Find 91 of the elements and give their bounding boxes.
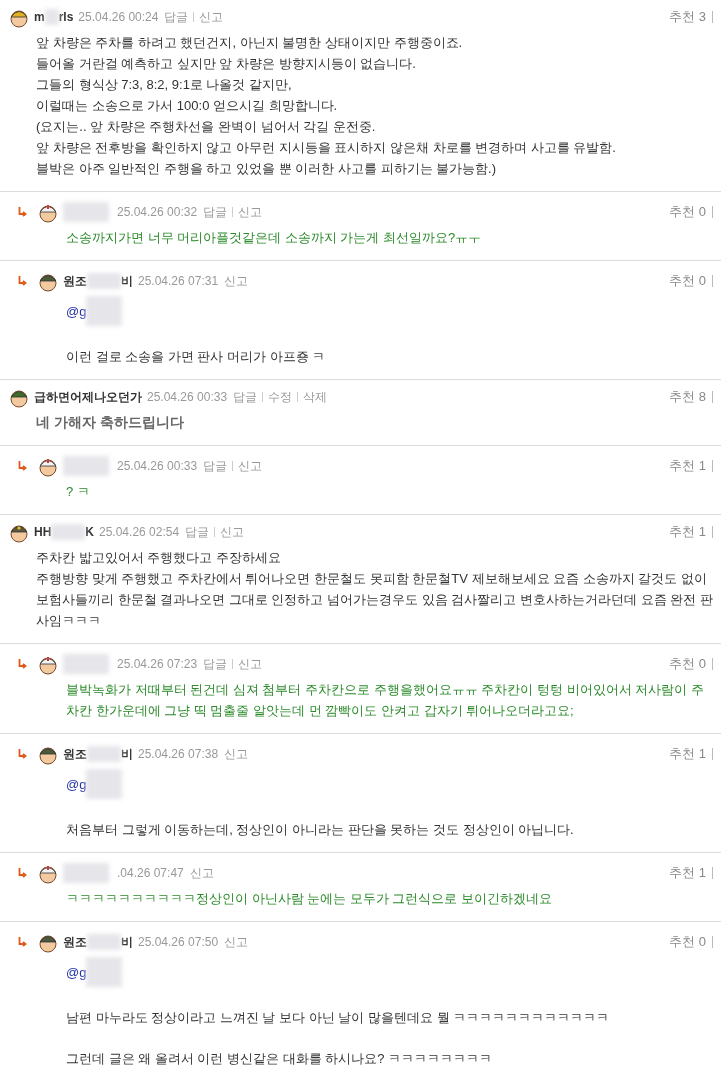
reply-arrow-icon: [18, 207, 27, 217]
reply-arrow-icon: [18, 659, 27, 669]
recommend-count: 8: [698, 388, 706, 407]
reply-arrow-icon: [18, 937, 27, 947]
comment-text: 그런데 글은 왜 올려서 이런 병신같은 대화를 하시나요? ㅋㅋㅋㅋㅋㅋㅋㅋ: [66, 1050, 494, 1068]
comment-text: 앞 차량은 주차를 하려고 했던건지, 아닌지 불명한 상태이지만 주행중이죠.: [36, 34, 464, 52]
comment-text: 처음부터 그렇게 이동하는데, 정상인이 아니라는 판단을 못하는 것도 정상인이 아닙니다.: [66, 821, 575, 839]
recommend-count: 1: [698, 864, 706, 883]
comment-text: 앞 차량은 전후방을 확인하지 않고 아무런 지시등을 표시하지 않은채 차로를 변경하며 사고를 유발함.: [36, 139, 617, 157]
recommend-count: 3: [698, 8, 706, 27]
comment-text: 블박녹화가 저때부터 된건데 심져 첨부터 주차칸으로 주행을했어요ㅠㅠ 주차칸이 텅텅 비어있어서 저사람이 주차칸 한가운데에 그냥 띡 멈출줄 알앗는데 먼 깜빡이도 안켜고 갑자기 튀어나오더라고요;: [66, 681, 705, 720]
comment-action-link[interactable]: 신고: [238, 655, 263, 673]
reply-arrow-icon: [18, 461, 27, 471]
recommend-label[interactable]: 추천: [668, 387, 695, 407]
redacted-mark: [51, 524, 86, 540]
author-name-end[interactable]: K: [85, 523, 94, 541]
comment-action-link[interactable]: 답글: [203, 203, 228, 221]
comment-date: 25.04.26 00:33: [147, 389, 228, 406]
recommend-label[interactable]: 추천: [668, 7, 695, 27]
comment-action-link[interactable]: 신고: [238, 457, 263, 475]
comment-text: ? ㅋ: [66, 483, 91, 501]
recommend-label[interactable]: 추천: [668, 654, 695, 674]
author-name-end[interactable]: rls: [58, 8, 74, 26]
comment-action-link[interactable]: 신고: [199, 8, 224, 26]
comment-date: 25.04.26 07:31: [138, 273, 219, 290]
author-name[interactable]: 원조: [63, 933, 87, 951]
comment-text: 들어올 거란걸 예측하고 싶지만 앞 차량은 방향지시등이 없습니다.: [36, 55, 417, 73]
recommend-count: 0: [698, 203, 706, 222]
recommend-count: 1: [698, 523, 706, 542]
recommend-count: 1: [698, 745, 706, 764]
author-name[interactable]: HH: [34, 523, 52, 541]
redacted-mark: [86, 769, 123, 799]
comment-action-link[interactable]: 수정: [268, 388, 293, 406]
comment-action-link[interactable]: 신고: [220, 523, 245, 541]
redacted-mark: [44, 9, 59, 25]
comment-date: 25.04.26 02:54: [99, 524, 180, 541]
recommend-count: 0: [698, 272, 706, 291]
comment-text: 네 가해자 축하드립니다: [36, 413, 185, 432]
recommend-label[interactable]: 추천: [668, 744, 695, 764]
comment-date: 25.04.26 07:50: [138, 934, 219, 951]
recommend-label[interactable]: 추천: [668, 522, 695, 542]
comment-text: 소송까지가면 너무 머리아플것같은데 소송까지 가는게 최선일까요?ㅠㅜ: [66, 229, 483, 247]
comment-action-link[interactable]: 신고: [224, 745, 249, 763]
comment-text: 남편 마누라도 정상이라고 느껴진 날 보다 아닌 날이 많을텐데요 뭘 ㅋㅋㅋㅋㅋㅋㅋㅋㅋㅋㅋㅋ: [66, 1009, 611, 1027]
comment-action-link[interactable]: 답글: [233, 388, 258, 406]
comment-text: 블박은 아주 일반적인 주행을 하고 있었을 뿐 이러한 사고를 피하기는 불가능함.): [36, 160, 498, 178]
recommend-label[interactable]: 추천: [668, 271, 695, 291]
redacted-mark: [86, 957, 123, 987]
comment-date: .04.26 07:47: [117, 865, 184, 882]
recommend-count: 1: [698, 457, 706, 476]
comment-text: (요지는.. 앞 차량은 주행차선을 완벽이 넘어서 각길 운전중.: [36, 118, 377, 136]
recommend-label[interactable]: 추천: [668, 863, 695, 883]
comment-text: 그들의 형식상 7:3, 8:2, 9:1로 나올것 같지만,: [36, 76, 293, 94]
comment-date: 25.04.26 07:23: [117, 656, 198, 673]
comment-action-link[interactable]: 답글: [203, 655, 228, 673]
comment-date: 25.04.26 00:32: [117, 204, 198, 221]
comment-action-link[interactable]: 신고: [189, 864, 214, 882]
comment-action-link[interactable]: 신고: [224, 272, 249, 290]
recommend-count: 0: [698, 933, 706, 952]
comment-date: 25.04.26 00:24: [78, 9, 159, 26]
author-name-end[interactable]: 비: [121, 745, 133, 763]
reply-arrow-icon: [18, 868, 27, 878]
author-name-end[interactable]: 비: [121, 272, 133, 290]
author-name[interactable]: 원조: [63, 272, 87, 290]
comment-action-link[interactable]: 삭제: [303, 388, 328, 406]
comment-text: 주차칸 밟고있어서 주행했다고 주장하세요: [36, 549, 282, 567]
comment-text: 이럴때는 소송으로 가서 100:0 얻으시길 희망합니다.: [36, 97, 339, 115]
comment-action-link[interactable]: 신고: [238, 203, 263, 221]
recommend-count: 0: [698, 655, 706, 674]
author-name[interactable]: m: [34, 8, 45, 26]
recommend-label[interactable]: 추천: [668, 202, 695, 222]
comment-action-link[interactable]: 답글: [203, 457, 228, 475]
author-name-end[interactable]: 비: [121, 933, 133, 951]
comment-text: 주행방향 맞게 주행했고 주차칸에서 튀어나오면 한문철도 못피함 한문철TV 제보해보세요 요즘 소송까지 갈것도 없이 보험사들끼리 한문철 결과나오면 그대로 인정하고 넘어가는경우도 있음 검사짤리고 변호사하는거라던데 요즘 완전 판사임ㅋㅋㅋ: [36, 570, 713, 630]
comment-text: ㅋㅋㅋㅋㅋㅋㅋㅋㅋㅋ정상인이 아닌사람 눈에는 모두가 그런식으로 보이긴하겠네요: [66, 890, 554, 908]
mention-link[interactable]: @g: [66, 300, 87, 322]
author-name[interactable]: 원조: [63, 745, 87, 763]
comment-date: 25.04.26 00:33: [117, 458, 198, 475]
mention-link[interactable]: @g: [66, 773, 87, 795]
comment-action-link[interactable]: 신고: [224, 933, 249, 951]
mention-link[interactable]: @g: [66, 961, 87, 983]
author-name[interactable]: 급하면어제나오던가: [34, 388, 142, 406]
comment-date: 25.04.26 07:38: [138, 746, 219, 763]
recommend-label[interactable]: 추천: [668, 932, 695, 952]
comment-action-link[interactable]: 답글: [185, 523, 210, 541]
reply-arrow-icon: [18, 276, 27, 286]
comment-action-link[interactable]: 답글: [164, 8, 189, 26]
recommend-label[interactable]: 추천: [668, 456, 695, 476]
comment-text: 이런 걸로 소송을 가면 판사 머리가 아프죵 ㅋ: [66, 348, 327, 366]
reply-arrow-icon: [18, 749, 27, 759]
redacted-mark: [86, 296, 123, 326]
